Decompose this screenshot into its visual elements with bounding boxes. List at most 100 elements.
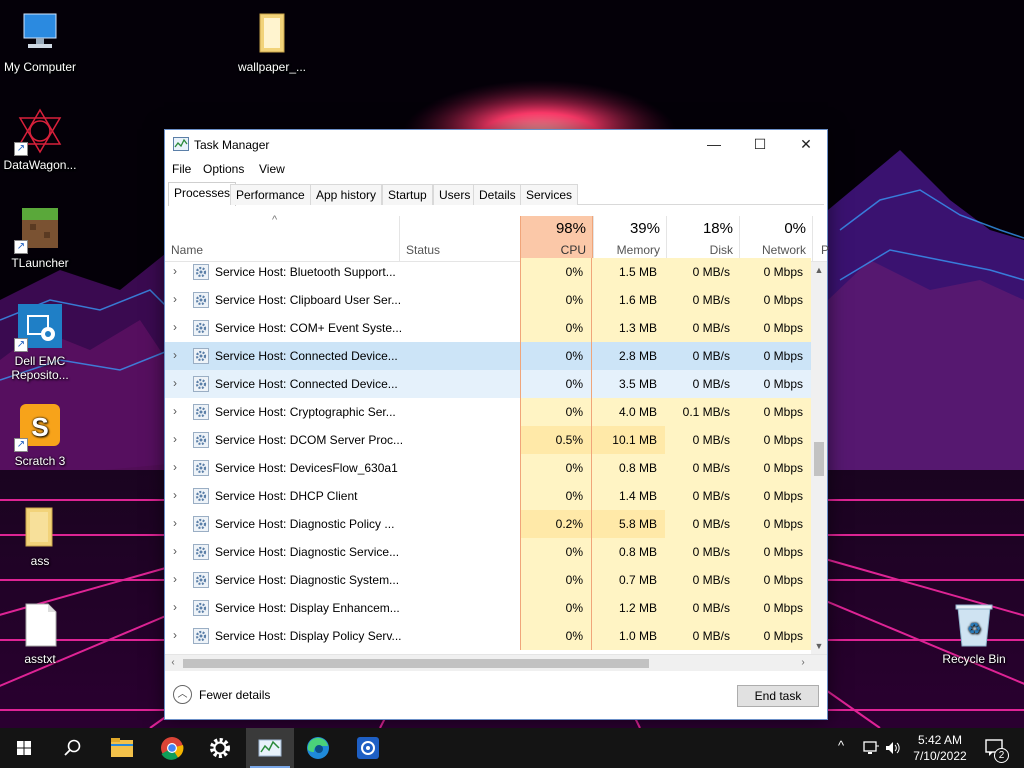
process-row[interactable]: › Service Host: DevicesFlow_630a1 0% 0.8 MB… <box>165 454 811 482</box>
tab-app-history[interactable]: App history <box>310 184 383 205</box>
chevron-right-icon[interactable]: › <box>173 544 177 558</box>
chevron-right-icon[interactable]: › <box>173 572 177 586</box>
tab-users[interactable]: Users <box>433 184 477 205</box>
process-network: 0 Mbps <box>763 349 803 363</box>
chevron-right-icon[interactable]: › <box>173 432 177 446</box>
desktop-icon-dell-emc[interactable]: ↗ Dell EMC Reposito... <box>0 304 80 382</box>
scroll-right-arrow-icon[interactable]: › <box>795 655 811 671</box>
taskbar-settings[interactable] <box>196 728 244 768</box>
desktop-icon-tlauncher[interactable]: ↗ TLauncher <box>0 206 80 270</box>
tab-services[interactable]: Services <box>520 184 579 205</box>
vertical-scroll-thumb[interactable] <box>814 442 824 476</box>
process-memory: 0.8 MB <box>592 454 665 482</box>
chevron-right-icon[interactable]: › <box>173 460 177 474</box>
tab-processes[interactable]: Processes <box>168 182 237 206</box>
process-cpu: 0% <box>520 594 592 622</box>
end-task-button[interactable]: End task <box>737 685 819 707</box>
process-cpu: 0% <box>520 454 592 482</box>
chevron-right-icon[interactable]: › <box>173 264 177 278</box>
process-row[interactable]: › Service Host: Connected Device... 0% 2.8 … <box>165 342 811 370</box>
process-disk: 0 MB/s <box>665 622 738 650</box>
chevron-right-icon[interactable]: › <box>173 376 177 390</box>
sort-arrow-icon: ^ <box>272 214 278 226</box>
column-memory[interactable]: 39% Memory <box>593 216 666 261</box>
service-gear-icon <box>193 348 209 364</box>
process-row[interactable]: › Service Host: Display Policy Serv... 0% 1… <box>165 622 811 650</box>
process-row[interactable]: › Service Host: Cryptographic Ser... 0% 4.0… <box>165 398 811 426</box>
process-row[interactable]: › Service Host: DHCP Client 0% 1.4 MB 0 MB/s… <box>165 482 811 510</box>
process-row[interactable]: › Service Host: Diagnostic Policy ... 0.2%… <box>165 510 811 538</box>
desktop-icon-recycle-bin[interactable]: ♻ Recycle Bin <box>934 602 1014 666</box>
notification-center-button[interactable]: 2 <box>976 728 1024 768</box>
chevron-right-icon[interactable]: › <box>173 516 177 530</box>
close-button[interactable]: ✕ <box>783 130 829 158</box>
horizontal-scroll-thumb[interactable] <box>183 659 649 668</box>
process-memory: 2.8 MB <box>618 349 657 363</box>
tab-performance[interactable]: Performance <box>230 184 311 205</box>
column-cpu[interactable]: 98% CPU <box>520 216 593 261</box>
column-status[interactable]: Status <box>399 216 520 261</box>
service-gear-icon <box>193 292 209 308</box>
process-row[interactable]: › Service Host: Connected Device... 0% 3.5 … <box>165 370 811 398</box>
window-title: Task Manager <box>194 138 270 152</box>
desktop-icon-label: DataWagon... <box>3 158 77 172</box>
process-memory: 5.8 MB <box>592 510 665 538</box>
chevron-right-icon[interactable]: › <box>173 628 177 642</box>
process-network: 0 Mbps <box>738 258 811 286</box>
process-row[interactable]: › Service Host: Display Enhancem... 0% 1.2 … <box>165 594 811 622</box>
scroll-left-arrow-icon[interactable]: ‹ <box>165 655 181 671</box>
taskbar-chrome[interactable] <box>148 728 196 768</box>
taskbar-file-explorer[interactable] <box>98 728 146 768</box>
chevron-right-icon[interactable]: › <box>173 320 177 334</box>
chevron-right-icon[interactable]: › <box>173 348 177 362</box>
process-row[interactable]: › Service Host: DCOM Server Proc... 0.5% 10… <box>165 426 811 454</box>
chevron-right-icon[interactable]: › <box>173 488 177 502</box>
vertical-scrollbar[interactable]: ▲ ▼ <box>811 262 827 654</box>
menu-view[interactable]: View <box>259 162 285 176</box>
minimize-button[interactable]: — <box>691 130 737 158</box>
chevron-right-icon[interactable]: › <box>173 292 177 306</box>
start-button[interactable] <box>0 728 48 768</box>
process-memory: 1.5 MB <box>592 258 665 286</box>
desktop-icon-label: Recycle Bin <box>942 652 1006 666</box>
desktop-icon-my-computer[interactable]: My Computer <box>0 10 80 74</box>
process-row[interactable]: › Service Host: Clipboard User Ser... 0% 1.… <box>165 286 811 314</box>
horizontal-scrollbar[interactable]: ‹ › <box>165 654 827 671</box>
tray-chevron-icon[interactable]: ^ <box>838 738 844 753</box>
process-network: 0 Mbps <box>738 510 811 538</box>
column-disk[interactable]: 18% Disk <box>666 216 739 261</box>
column-name[interactable]: ^ Name <box>165 214 399 261</box>
process-row[interactable]: › Service Host: Diagnostic System... 0% 0.7… <box>165 566 811 594</box>
process-memory: 1.0 MB <box>592 622 665 650</box>
desktop-icon-ass-folder[interactable]: ass <box>0 504 80 568</box>
search-button[interactable] <box>48 728 96 768</box>
process-row[interactable]: › Service Host: COM+ Event Syste... 0% 1.3 … <box>165 314 811 342</box>
taskbar-task-manager[interactable] <box>246 728 294 768</box>
tab-startup[interactable]: Startup <box>382 184 433 205</box>
taskbar-app[interactable] <box>344 728 392 768</box>
app-icon <box>357 737 379 759</box>
scroll-up-arrow-icon[interactable]: ▲ <box>811 262 827 278</box>
menu-options[interactable]: Options <box>203 162 244 176</box>
scroll-down-arrow-icon[interactable]: ▼ <box>811 638 827 654</box>
system-clock[interactable]: 5:42 AM 7/10/2022 <box>904 732 976 764</box>
process-memory: 1.4 MB <box>592 482 665 510</box>
column-network[interactable]: 0% Network <box>739 216 812 261</box>
process-row[interactable]: › Service Host: Bluetooth Support... 0% 1.5… <box>165 258 811 286</box>
maximize-button[interactable]: ☐ <box>737 130 783 158</box>
network-icon[interactable] <box>862 740 880 756</box>
taskbar-edge[interactable] <box>294 728 342 768</box>
column-power-cutoff[interactable]: P <box>812 216 829 261</box>
chevron-right-icon[interactable]: › <box>173 600 177 614</box>
title-bar[interactable]: Task Manager — ☐ ✕ <box>165 130 827 158</box>
desktop-icon-scratch[interactable]: S ↗ Scratch 3 <box>0 404 80 468</box>
volume-icon[interactable] <box>884 740 902 756</box>
desktop-icon-wallpaper-folder[interactable]: wallpaper_... <box>232 10 312 74</box>
menu-file[interactable]: File <box>172 162 191 176</box>
desktop-icon-datawagon[interactable]: ↗ DataWagon... <box>0 108 80 172</box>
process-row[interactable]: › Service Host: Diagnostic Service... 0% 0.… <box>165 538 811 566</box>
desktop-icon-asstxt[interactable]: asstxt <box>0 602 80 666</box>
tab-details[interactable]: Details <box>473 184 522 205</box>
service-gear-icon <box>193 544 209 560</box>
chevron-right-icon[interactable]: › <box>173 404 177 418</box>
